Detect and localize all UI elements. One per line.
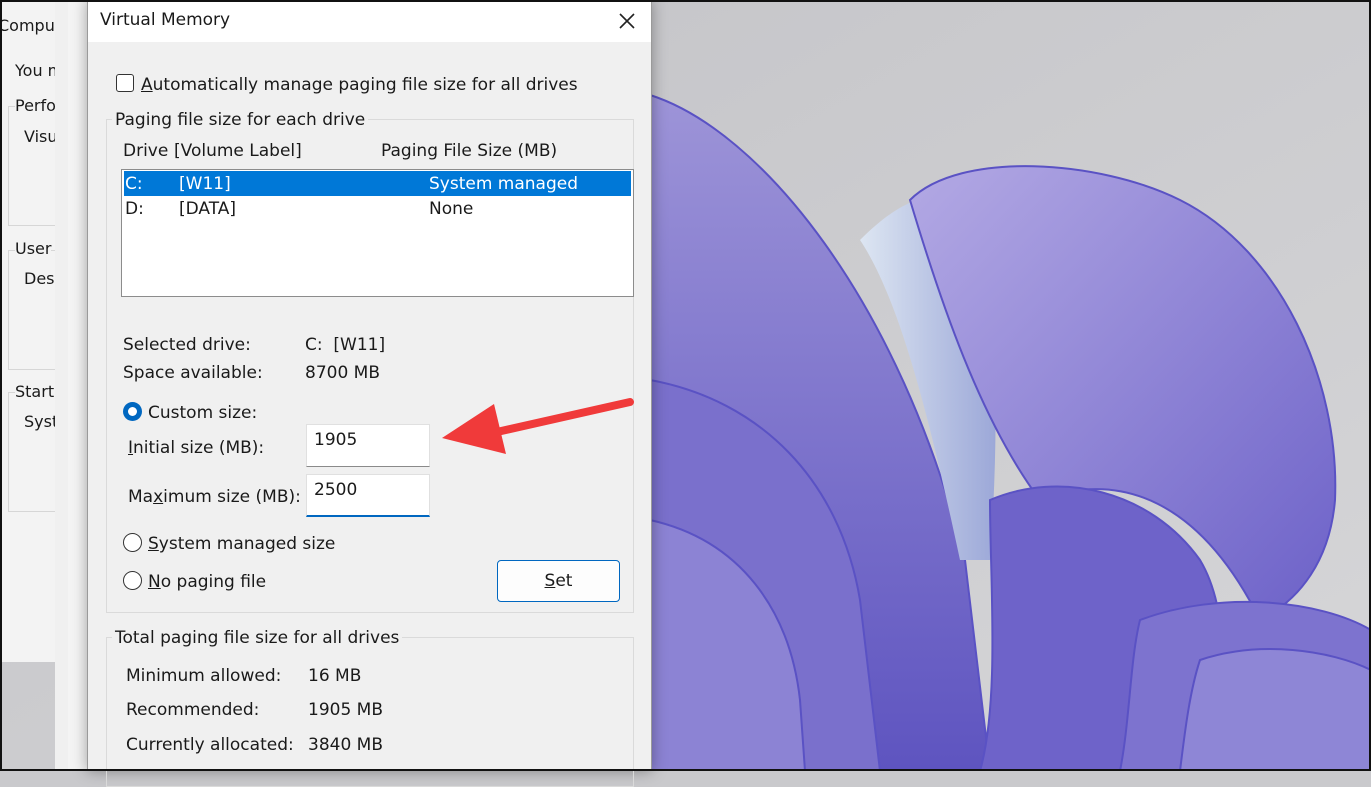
no-paging-radio[interactable] [123, 571, 142, 590]
background-window-edge [68, 0, 89, 771]
space-available-value: 8700 MB [305, 363, 380, 383]
total-group-title: Total paging file size for all drives [112, 628, 403, 648]
auto-manage-checkbox[interactable] [116, 74, 134, 92]
custom-size-label[interactable]: Custom size: [148, 403, 257, 423]
background-group-startup-item: Syst [24, 412, 59, 431]
system-managed-radio[interactable] [123, 533, 142, 552]
drive-row[interactable]: C: [W11] System managed [124, 171, 631, 196]
drive-paging-size: None [429, 199, 474, 219]
maximum-size-input[interactable]: 2500 [306, 474, 430, 517]
background-window-title: Compute [0, 16, 60, 35]
recommended-label: Recommended: [126, 700, 260, 720]
system-managed-label[interactable]: System managed size [148, 534, 335, 554]
drive-list[interactable]: C: [W11] System managed D: [DATA] None [121, 169, 634, 297]
background-group-user [8, 250, 60, 370]
drive-volume-label: [W11] [179, 174, 231, 194]
background-window: Compute You m Perfo Visu User Desk Start… [0, 0, 61, 662]
paging-group-title: Paging file size for each drive [112, 110, 369, 130]
background-group-performance [8, 106, 60, 226]
background-group-startup [8, 392, 60, 512]
selected-drive-label: Selected drive: [123, 335, 251, 355]
initial-size-label: Initial size (MB): [128, 438, 265, 458]
recommended-value: 1905 MB [308, 700, 383, 720]
close-icon [619, 13, 635, 29]
maximum-size-value: 2500 [314, 480, 358, 500]
column-header-volume: [Volume Label] [174, 141, 302, 161]
maximum-size-label: Maximum size (MB): [128, 487, 301, 507]
space-available-label: Space available: [123, 363, 263, 383]
auto-manage-label[interactable]: Automatically manage paging file size fo… [141, 75, 578, 95]
red-arrow-icon [442, 398, 634, 454]
dialog-title: Virtual Memory [100, 10, 231, 30]
selected-drive-value: C: [W11] [305, 335, 386, 355]
title-bar[interactable]: Virtual Memory [88, 0, 651, 42]
initial-size-value: 1905 [314, 430, 358, 450]
no-paging-label[interactable]: No paging file [148, 572, 266, 592]
currently-allocated-label: Currently allocated: [126, 735, 294, 755]
drive-paging-size: System managed [429, 174, 579, 194]
custom-size-radio[interactable] [123, 402, 142, 421]
set-button[interactable]: Set [497, 560, 620, 602]
drive-letter: D: [125, 199, 144, 219]
minimum-allowed-label: Minimum allowed: [126, 666, 282, 686]
currently-allocated-value: 3840 MB [308, 735, 383, 755]
drive-row[interactable]: D: [DATA] None [124, 196, 631, 221]
minimum-allowed-value: 16 MB [308, 666, 362, 686]
background-group-user-label: User [15, 239, 52, 258]
virtual-memory-dialog: Virtual Memory Automatically manage pagi… [87, 0, 652, 787]
close-button[interactable] [603, 0, 651, 42]
drive-letter: C: [125, 174, 143, 194]
column-header-drive: Drive [123, 141, 169, 161]
background-group-performance-item: Visu [24, 127, 58, 146]
initial-size-input[interactable]: 1905 [306, 424, 430, 467]
background-group-performance-label: Perfo [15, 96, 56, 115]
drive-volume-label: [DATA] [179, 199, 237, 219]
set-button-label: Set [544, 571, 573, 591]
column-header-size: Paging File Size (MB) [381, 141, 558, 161]
